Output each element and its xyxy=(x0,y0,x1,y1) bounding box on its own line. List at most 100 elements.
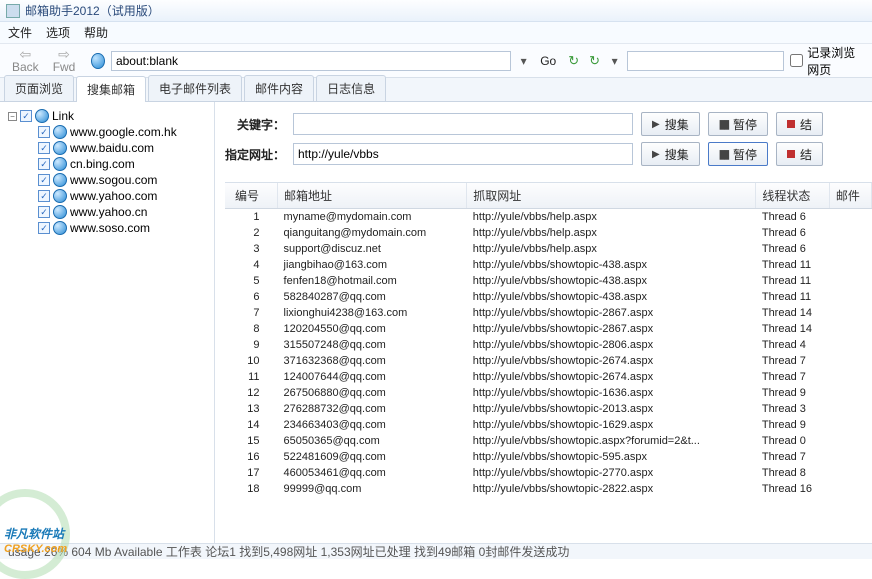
arrow-right-icon: ⇨ xyxy=(58,48,70,60)
statusbar: usage 26% 604 Mb Available 工作表 论坛1 找到5,4… xyxy=(0,543,872,559)
menu-options[interactable]: 选项 xyxy=(46,24,70,41)
stop-url-button[interactable]: 结 xyxy=(776,142,823,166)
table-row[interactable]: 9315507248@qq.comhttp://yule/vbbs/showto… xyxy=(225,337,872,353)
specify-url-input[interactable] xyxy=(293,143,633,165)
globe-icon xyxy=(53,125,67,139)
tree-item[interactable]: ✓ www.yahoo.com xyxy=(4,188,210,204)
titlebar: 邮箱助手2012（试用版） xyxy=(0,0,872,22)
table-row[interactable]: 14234663403@qq.comhttp://yule/vbbs/showt… xyxy=(225,417,872,433)
table-row[interactable]: 2qianguitang@mydomain.comhttp://yule/vbb… xyxy=(225,225,872,241)
back-button[interactable]: ⇦ Back xyxy=(8,48,43,74)
table-row[interactable]: 13276288732@qq.comhttp://yule/vbbs/showt… xyxy=(225,401,872,417)
tree-root[interactable]: − ✓ Link xyxy=(4,108,210,124)
search-keyword-button[interactable]: ▶搜集 xyxy=(641,112,700,136)
tree-item-label: cn.bing.com xyxy=(70,157,135,171)
col-number[interactable]: 编号 xyxy=(225,183,278,209)
menu-help[interactable]: 帮助 xyxy=(84,24,108,41)
window-title: 邮箱助手2012（试用版） xyxy=(25,2,160,19)
table-row[interactable]: 6582840287@qq.comhttp://yule/vbbs/showto… xyxy=(225,289,872,305)
app-icon xyxy=(6,4,20,18)
checkbox-icon[interactable]: ✓ xyxy=(20,110,32,122)
col-mail[interactable]: 邮件 xyxy=(829,183,871,209)
globe-icon xyxy=(53,157,67,171)
keyword-input[interactable] xyxy=(293,113,633,135)
play-icon: ▶ xyxy=(652,149,660,160)
table-row[interactable]: 17460053461@qq.comhttp://yule/vbbs/showt… xyxy=(225,465,872,481)
stop-icon xyxy=(787,150,795,158)
checkbox-icon[interactable]: ✓ xyxy=(38,190,50,202)
checkbox-icon[interactable]: ✓ xyxy=(38,174,50,186)
globe-icon xyxy=(91,53,105,69)
tree-item[interactable]: ✓ cn.bing.com xyxy=(4,156,210,172)
tree-item[interactable]: ✓ www.baidu.com xyxy=(4,140,210,156)
pause-icon: ▮▮ xyxy=(719,117,728,131)
sidebar-tree: − ✓ Link ✓ www.google.com.hk ✓ www.baidu.co… xyxy=(0,102,215,543)
pause-keyword-button[interactable]: ▮▮暂停 xyxy=(708,112,768,136)
checkbox-icon[interactable]: ✓ xyxy=(38,142,50,154)
url-dropdown-icon[interactable]: ▾ xyxy=(517,54,530,68)
keyword-label: 关键字： xyxy=(225,116,285,133)
table-row[interactable]: 1myname@mydomain.comhttp://yule/vbbs/hel… xyxy=(225,209,872,226)
table-row[interactable]: 11124007644@qq.comhttp://yule/vbbs/showt… xyxy=(225,369,872,385)
globe-icon xyxy=(53,141,67,155)
table-row[interactable]: 3support@discuz.nethttp://yule/vbbs/help… xyxy=(225,241,872,257)
table-row[interactable]: 8120204550@qq.comhttp://yule/vbbs/showto… xyxy=(225,321,872,337)
play-icon: ▶ xyxy=(652,119,660,130)
col-email[interactable]: 邮箱地址 xyxy=(278,183,467,209)
tab-page-browse[interactable]: 页面浏览 xyxy=(4,75,74,101)
tab-email-list[interactable]: 电子邮件列表 xyxy=(148,75,242,101)
globe-icon xyxy=(53,221,67,235)
search-toolbar-input[interactable] xyxy=(627,51,784,71)
table-row[interactable]: 4jiangbihao@163.comhttp://yule/vbbs/show… xyxy=(225,257,872,273)
stop-keyword-button[interactable]: 结 xyxy=(776,112,823,136)
record-checkbox-input[interactable] xyxy=(790,54,803,67)
checkbox-icon[interactable]: ✓ xyxy=(38,222,50,234)
table-row[interactable]: 12267506880@qq.comhttp://yule/vbbs/showt… xyxy=(225,385,872,401)
tree-item[interactable]: ✓www.yahoo.cn xyxy=(4,204,210,220)
arrow-left-icon: ⇦ xyxy=(19,48,31,60)
table-row[interactable]: 1899999@qq.comhttp://yule/vbbs/showtopic… xyxy=(225,481,872,497)
tree-item[interactable]: ✓ www.soso.com xyxy=(4,220,210,236)
forward-button[interactable]: ⇨ Fwd xyxy=(49,48,80,74)
col-url[interactable]: 抓取网址 xyxy=(467,183,756,209)
tab-collect-mailbox[interactable]: 搜集邮箱 xyxy=(76,76,146,102)
record-checkbox[interactable]: 记录浏览网页 xyxy=(790,44,864,78)
collapse-icon[interactable]: − xyxy=(8,112,17,121)
globe-icon xyxy=(35,109,49,123)
content-panel: 关键字： ▶搜集 ▮▮暂停 结 指定网址： ▶搜集 ▮▮暂停 结 编号 邮箱地址… xyxy=(215,102,872,543)
url-input[interactable] xyxy=(111,51,511,71)
checkbox-icon[interactable]: ✓ xyxy=(38,206,50,218)
tree-item[interactable]: ✓ www.sogou.com xyxy=(4,172,210,188)
refresh-icon[interactable]: ↻ xyxy=(568,53,579,69)
menubar: 文件 选项 帮助 xyxy=(0,22,872,44)
globe-icon xyxy=(53,189,67,203)
table-row[interactable]: 10371632368@qq.comhttp://yule/vbbs/showt… xyxy=(225,353,872,369)
pause-url-button[interactable]: ▮▮暂停 xyxy=(708,142,768,166)
tree-item-label: www.soso.com xyxy=(70,221,150,235)
tab-mail-content[interactable]: 邮件内容 xyxy=(244,75,314,101)
tree-item[interactable]: ✓ www.google.com.hk xyxy=(4,124,210,140)
checkbox-icon[interactable]: ✓ xyxy=(38,126,50,138)
tab-log-info[interactable]: 日志信息 xyxy=(316,75,386,101)
tree-item-label: www.google.com.hk xyxy=(70,125,177,139)
refresh-all-icon[interactable]: ↻ xyxy=(589,53,600,69)
table-row[interactable]: 7lixionghui4238@163.comhttp://yule/vbbs/… xyxy=(225,305,872,321)
menu-file[interactable]: 文件 xyxy=(8,24,32,41)
table-row[interactable]: 5fenfen18@hotmail.comhttp://yule/vbbs/sh… xyxy=(225,273,872,289)
search-url-button[interactable]: ▶搜集 xyxy=(641,142,700,166)
results-table: 编号 邮箱地址 抓取网址 线程状态 邮件 1myname@mydomain.co… xyxy=(225,183,872,497)
toolbar: ⇦ Back ⇨ Fwd ▾ Go ↻ ↻ ▾ 记录浏览网页 xyxy=(0,44,872,78)
col-thread[interactable]: 线程状态 xyxy=(756,183,830,209)
go-button[interactable]: Go xyxy=(540,54,556,68)
table-row[interactable]: 16522481609@qq.comhttp://yule/vbbs/showt… xyxy=(225,449,872,465)
url-label: 指定网址： xyxy=(225,146,285,163)
pause-icon: ▮▮ xyxy=(719,147,728,161)
tree-item-label: www.baidu.com xyxy=(70,141,154,155)
checkbox-icon[interactable]: ✓ xyxy=(38,158,50,170)
table-row[interactable]: 1565050365@qq.comhttp://yule/vbbs/showto… xyxy=(225,433,872,449)
tree-item-label: www.yahoo.com xyxy=(70,189,157,203)
tree-item-label: www.sogou.com xyxy=(70,173,157,187)
refresh-dropdown-icon[interactable]: ▾ xyxy=(608,54,621,68)
globe-icon xyxy=(53,205,67,219)
globe-icon xyxy=(53,173,67,187)
